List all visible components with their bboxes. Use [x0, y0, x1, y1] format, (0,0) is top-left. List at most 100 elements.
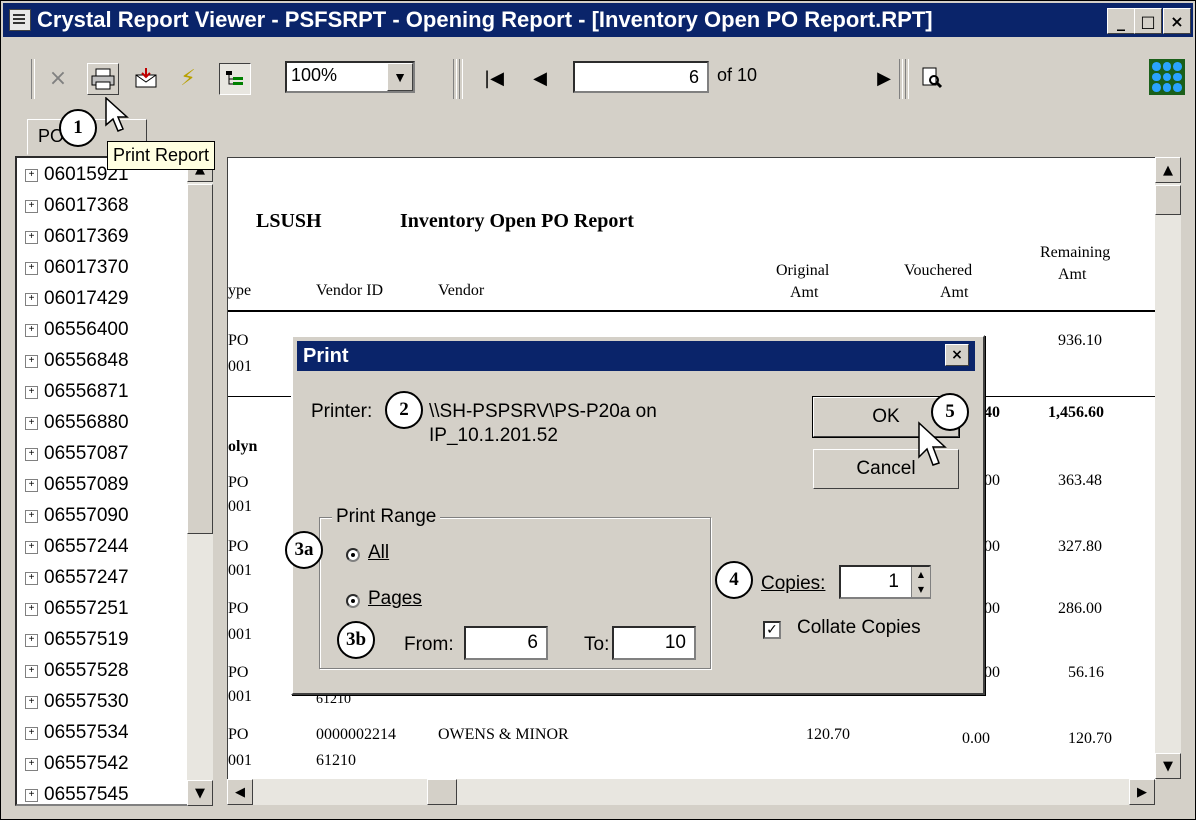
tree-item[interactable]: +06557542 — [25, 749, 129, 779]
stop-icon[interactable]: × — [43, 63, 73, 93]
tree-item[interactable]: +06557251 — [25, 594, 129, 624]
printer-name: \\SH-PSPSRV\PS-P20a on — [429, 401, 657, 422]
expand-icon[interactable]: + — [25, 571, 38, 585]
tree-item[interactable]: +06017429 — [25, 284, 129, 314]
search-text-button[interactable] — [917, 63, 947, 93]
crystal-report-viewer-window: Crystal Report Viewer - PSFSRPT - Openin… — [0, 0, 1196, 820]
dialog-close-button[interactable]: × — [945, 344, 969, 366]
scroll-thumb[interactable] — [427, 779, 457, 805]
export-button[interactable] — [131, 63, 161, 93]
tree-item[interactable]: +06557530 — [25, 687, 129, 717]
expand-icon[interactable]: + — [25, 323, 38, 337]
expand-icon[interactable]: + — [25, 168, 38, 182]
tree-item[interactable]: +06557247 — [25, 563, 129, 593]
pages-radio[interactable] — [346, 594, 360, 608]
report-horizontal-scrollbar[interactable]: ◀ ▶ — [227, 779, 1155, 805]
spin-down-icon[interactable]: ▼ — [918, 585, 924, 594]
expand-icon[interactable]: + — [25, 695, 38, 709]
report-vertical-scrollbar[interactable]: ▲ ▼ — [1155, 157, 1181, 779]
scroll-thumb[interactable] — [1155, 185, 1181, 215]
page-number-input[interactable]: 6 — [573, 61, 709, 93]
col-header-type: ype — [228, 282, 252, 299]
tree-item-label: 06557247 — [44, 567, 129, 588]
scroll-up-icon[interactable]: ▲ — [1155, 157, 1181, 183]
tree-item[interactable]: +06557090 — [25, 501, 129, 531]
title-bar: Crystal Report Viewer - PSFSRPT - Openin… — [3, 3, 1193, 37]
mouse-pointer-icon — [105, 97, 129, 132]
tree-item[interactable]: +06556400 — [25, 315, 129, 345]
scroll-down-icon[interactable]: ▼ — [187, 780, 213, 806]
all-radio[interactable] — [346, 548, 360, 562]
tree-item[interactable]: +06557244 — [25, 532, 129, 562]
group-tree: +06015921 +06017368 +06017369 +06017370 +060… — [15, 156, 201, 806]
expand-icon[interactable]: + — [25, 292, 38, 306]
tree-item[interactable]: +06556848 — [25, 346, 129, 376]
scroll-thumb[interactable] — [187, 184, 213, 534]
expand-icon[interactable]: + — [25, 199, 38, 213]
row-remaining: 936.10 — [1058, 332, 1102, 349]
row-type: PO — [228, 726, 249, 743]
toggle-group-tree-button[interactable] — [219, 63, 251, 95]
scroll-left-icon[interactable]: ◀ — [227, 779, 253, 805]
toolbar-separator — [899, 59, 903, 99]
tree-item[interactable]: +06557089 — [25, 470, 129, 500]
row-type: PO — [228, 538, 249, 555]
scroll-right-icon[interactable]: ▶ — [1129, 779, 1155, 805]
tree-item[interactable]: +06556880 — [25, 408, 129, 438]
collate-label[interactable]: Collate Copies — [797, 617, 921, 639]
page-total: of 10 — [717, 65, 758, 85]
previous-page-icon[interactable]: ◀ — [525, 63, 555, 93]
expand-icon[interactable]: + — [25, 230, 38, 244]
toolbar: × ⚡ 100% ▼ |◀ ◀ 6 of 10 ▶ — [3, 39, 1193, 109]
expand-icon[interactable]: + — [25, 261, 38, 275]
expand-icon[interactable]: + — [25, 664, 38, 678]
expand-icon[interactable]: + — [25, 540, 38, 554]
expand-icon[interactable]: + — [25, 788, 38, 802]
close-button[interactable]: × — [1163, 8, 1191, 34]
print-report-button[interactable] — [87, 63, 119, 95]
expand-icon[interactable]: + — [25, 447, 38, 461]
tree-item[interactable]: +06557087 — [25, 439, 129, 469]
tree-item[interactable]: +06557534 — [25, 718, 129, 748]
all-label[interactable]: All — [368, 542, 389, 564]
expand-icon[interactable]: + — [25, 602, 38, 616]
row-remaining: 120.70 — [1068, 730, 1112, 747]
expand-icon[interactable]: + — [25, 385, 38, 399]
first-page-icon[interactable]: |◀ — [479, 63, 509, 93]
zoom-select[interactable]: 100% ▼ — [285, 61, 415, 93]
next-page-icon[interactable]: ▶ — [869, 63, 899, 93]
row-type: PO — [228, 332, 249, 349]
tree-item[interactable]: +06557545 — [25, 780, 129, 804]
from-page-input[interactable]: 6 — [464, 626, 548, 660]
row-sub-id: 61210 — [316, 752, 356, 769]
expand-icon[interactable]: + — [25, 416, 38, 430]
tree-item[interactable]: +06557528 — [25, 656, 129, 686]
app-icon — [9, 9, 31, 31]
tree-item[interactable]: +06557519 — [25, 625, 129, 655]
zoom-value: 100% — [291, 65, 338, 85]
tree-item[interactable]: +06017370 — [25, 253, 129, 283]
chevron-down-icon[interactable]: ▼ — [387, 63, 413, 91]
toolbar-separator — [453, 59, 457, 99]
refresh-lightning-icon[interactable]: ⚡ — [173, 63, 203, 93]
tree-item[interactable]: +06017368 — [25, 191, 129, 221]
expand-icon[interactable]: + — [25, 726, 38, 740]
to-page-input[interactable]: 10 — [612, 626, 696, 660]
scroll-down-icon[interactable]: ▼ — [1155, 753, 1181, 779]
expand-icon[interactable]: + — [25, 757, 38, 771]
expand-icon[interactable]: + — [25, 509, 38, 523]
expand-icon[interactable]: + — [25, 354, 38, 368]
expand-icon[interactable]: + — [25, 478, 38, 492]
tree-item[interactable]: +06017369 — [25, 222, 129, 252]
tree-item[interactable]: +06556871 — [25, 377, 129, 407]
copies-spinner[interactable]: ▲ ▼ — [911, 567, 930, 597]
collate-checkbox[interactable]: ✓ — [763, 621, 781, 639]
spin-up-icon[interactable]: ▲ — [918, 570, 924, 579]
tree-vertical-scrollbar[interactable]: ▲ ▼ — [187, 156, 213, 806]
expand-icon[interactable]: + — [25, 633, 38, 647]
maximize-button[interactable]: □ — [1134, 8, 1162, 34]
row-remaining: 56.16 — [1068, 664, 1104, 681]
minimize-button[interactable]: _ — [1107, 8, 1135, 34]
tree-item-label: 06017368 — [44, 195, 129, 216]
pages-label[interactable]: Pages — [368, 588, 422, 610]
